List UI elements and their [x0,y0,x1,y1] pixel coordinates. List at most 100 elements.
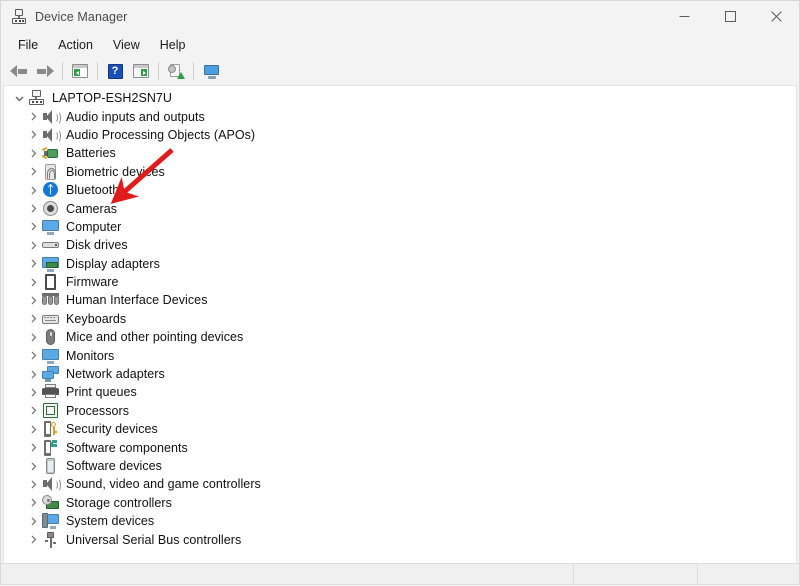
chevron-right-icon[interactable] [24,204,42,213]
update-driver-button[interactable] [163,59,189,83]
menu-item-view[interactable]: View [104,35,149,55]
help-question-icon: ? [107,63,123,79]
network-adapter-icon [42,366,59,383]
close-button[interactable] [753,1,799,32]
status-bar [1,563,799,584]
chevron-right-icon[interactable] [24,370,42,379]
chevron-down-icon[interactable] [10,94,28,103]
chevron-right-icon[interactable] [24,259,42,268]
chevron-right-icon[interactable] [24,130,42,139]
status-bar-segment-2 [574,564,698,584]
tree-item-network-adapters[interactable]: Network adapters [4,365,796,383]
chevron-right-icon[interactable] [24,241,42,250]
device-manager-icon [11,8,27,25]
tree-item-sound-video-and-game-controllers[interactable]: Sound, video and game controllers [4,475,796,493]
menu-item-help[interactable]: Help [151,35,195,55]
camera-icon [42,200,59,217]
tree-item-label: Display adapters [66,256,160,271]
tree-item-root[interactable]: LAPTOP-ESH2SN7U [4,89,796,107]
tree-item-bluetooth[interactable]: ᛏ Bluetooth [4,181,796,199]
scan-for-hardware-changes-button[interactable] [198,59,224,83]
chevron-right-icon[interactable] [24,498,42,507]
system-device-icon [42,513,59,530]
chevron-right-icon[interactable] [24,278,42,287]
tree-item-label: Mice and other pointing devices [66,330,244,345]
monitor-icon [42,348,59,364]
tree-item-monitors[interactable]: Monitors [4,346,796,364]
chevron-right-icon[interactable] [24,425,42,434]
properties-button[interactable] [128,59,154,83]
tree-item-system-devices[interactable]: System devices [4,512,796,530]
menu-item-action[interactable]: Action [49,35,102,55]
firmware-chip-icon [42,274,59,291]
chevron-right-icon[interactable] [24,517,42,526]
chevron-right-icon[interactable] [24,443,42,452]
tree-item-disk-drives[interactable]: Disk drives [4,236,796,254]
mouse-icon [42,329,59,346]
menu-bar: File Action View Help [1,32,799,57]
chevron-right-icon[interactable] [24,351,42,360]
tree-item-software-components[interactable]: Software components [4,438,796,456]
title-bar-left: Device Manager [1,8,127,25]
chevron-right-icon[interactable] [24,314,42,323]
chevron-right-icon[interactable] [24,462,42,471]
tree-item-cameras[interactable]: Cameras [4,199,796,217]
minimize-button[interactable] [661,1,707,32]
speaker-icon [42,127,61,143]
tree-item-universal-serial-bus-controllers[interactable]: Universal Serial Bus controllers [4,530,796,548]
tree-item-label: Computer [66,219,122,234]
tree-item-label: Software components [66,440,188,455]
tree-item-human-interface-devices[interactable]: Human Interface Devices [4,291,796,309]
forward-button[interactable] [32,59,58,83]
maximize-icon [724,11,736,22]
tree-item-batteries[interactable]: Batteries [4,144,796,162]
chevron-right-icon[interactable] [24,149,42,158]
console-tree-icon [72,64,88,78]
minimize-icon [679,16,689,17]
usb-icon [42,531,59,548]
tree-item-audio-processing-objects[interactable]: Audio Processing Objects (APOs) [4,126,796,144]
status-bar-segment-1 [1,564,574,584]
show-hide-console-tree-button[interactable] [67,59,93,83]
back-arrow-icon [10,64,28,78]
fingerprint-icon [42,163,59,180]
tree-item-computer[interactable]: Computer [4,218,796,236]
tree-item-keyboards[interactable]: Keyboards [4,310,796,328]
tree-item-label: Biometric devices [66,164,165,179]
tree-item-processors[interactable]: Processors [4,402,796,420]
tree-item-security-devices[interactable]: Security devices [4,420,796,438]
tree-item-display-adapters[interactable]: Display adapters [4,255,796,273]
scan-update-driver-icon [167,63,185,79]
tree-item-mice-and-other-pointing-devices[interactable]: Mice and other pointing devices [4,328,796,346]
tree-item-label: Security devices [66,422,158,437]
tree-item-label: Human Interface Devices [66,293,208,308]
tree-item-biometric-devices[interactable]: Biometric devices [4,163,796,181]
storage-controller-icon [42,494,59,511]
back-button[interactable] [6,59,32,83]
tree-item-software-devices[interactable]: Software devices [4,457,796,475]
chevron-right-icon[interactable] [24,333,42,342]
chevron-right-icon[interactable] [24,112,42,121]
hid-icon [42,292,59,308]
chevron-right-icon[interactable] [24,406,42,415]
tree-item-label: Disk drives [66,238,128,253]
disk-drive-icon [42,237,59,253]
chevron-right-icon[interactable] [24,167,42,176]
chevron-right-icon[interactable] [24,388,42,397]
tree-item-print-queues[interactable]: Print queues [4,383,796,401]
tree-item-audio-inputs-and-outputs[interactable]: Audio inputs and outputs [4,107,796,125]
chevron-right-icon[interactable] [24,186,42,195]
speaker-icon [42,476,61,493]
chevron-right-icon[interactable] [24,535,42,544]
tree-item-storage-controllers[interactable]: Storage controllers [4,494,796,512]
chevron-right-icon[interactable] [24,480,42,489]
tree-item-label: Audio inputs and outputs [66,109,205,124]
processor-icon [42,402,59,419]
device-tree[interactable]: LAPTOP-ESH2SN7U Audio inputs and outputs [3,85,797,563]
maximize-button[interactable] [707,1,753,32]
chevron-right-icon[interactable] [24,296,42,305]
chevron-right-icon[interactable] [24,222,42,231]
menu-item-file[interactable]: File [9,35,47,55]
tree-item-firmware[interactable]: Firmware [4,273,796,291]
help-button[interactable]: ? [102,59,128,83]
